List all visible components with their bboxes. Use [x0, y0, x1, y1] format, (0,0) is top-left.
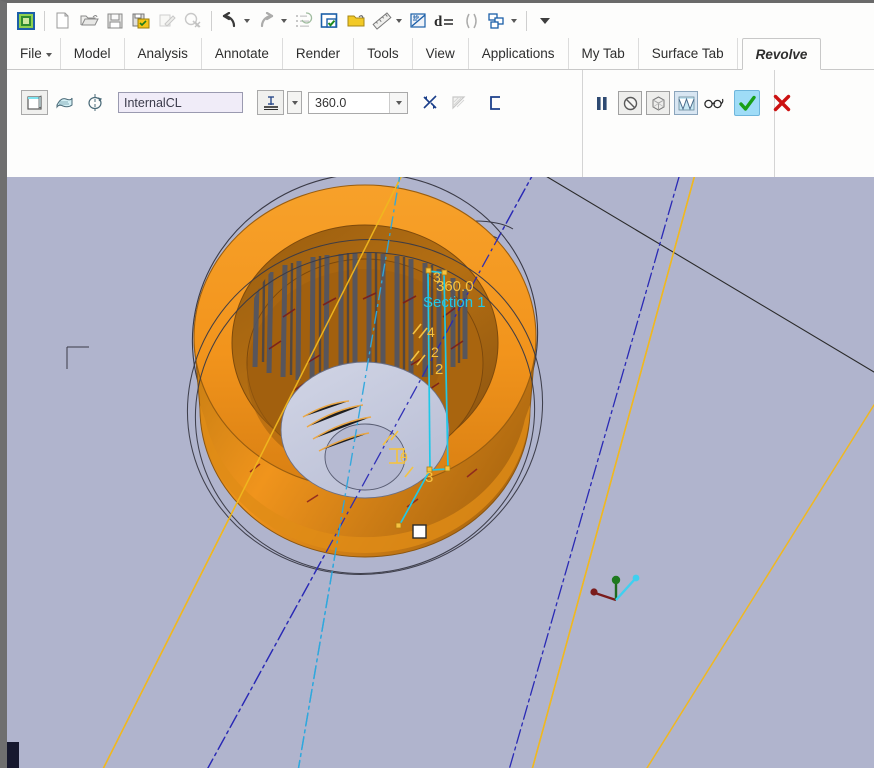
viewport-corner-marker — [7, 742, 19, 768]
edit-icon[interactable] — [154, 8, 179, 33]
revolve-axis-button[interactable] — [81, 90, 108, 115]
tab-revolve[interactable]: Revolve — [741, 38, 822, 70]
measure-dropdown-caret-icon[interactable] — [396, 18, 402, 23]
tab-tools-label: Tools — [367, 46, 399, 61]
tab-applications[interactable]: Applications — [467, 38, 568, 69]
dashboard-action-controls — [590, 90, 798, 116]
tab-my-tab-label: My Tab — [581, 46, 625, 61]
new-icon[interactable] — [50, 8, 75, 33]
angle-value: 360.0 — [315, 95, 347, 110]
angle-drag-handle[interactable] — [412, 524, 427, 539]
angle-dropdown-caret-icon[interactable] — [389, 92, 407, 113]
tab-annotate[interactable]: Annotate — [200, 38, 282, 69]
qat-divider-2 — [211, 10, 212, 31]
graphics-viewport[interactable]: 360.0 Section 1 3 4 2 2 3 0 1 — [7, 177, 874, 768]
annotation-handle-2a: 2 — [431, 344, 439, 360]
depth-type-button[interactable] — [257, 90, 284, 115]
dashboard-left-controls: InternalCL 360.0 — [21, 90, 512, 115]
window-dropdown-caret-icon[interactable] — [511, 18, 517, 23]
tab-model[interactable]: Model — [59, 38, 124, 69]
annotation-handle-1: 1 — [399, 445, 407, 462]
annotation-section-label[interactable]: Section 1 — [423, 294, 486, 311]
tab-model-label: Model — [73, 46, 111, 61]
as-surface-button[interactable] — [51, 90, 78, 115]
tab-applications-label: Applications — [481, 46, 555, 61]
select-items-icon[interactable] — [317, 8, 342, 33]
tab-my-tab[interactable]: My Tab — [567, 38, 638, 69]
internal-centerline-value: InternalCL — [124, 95, 182, 110]
annotation-handle-3b: 3 — [425, 469, 433, 486]
open-folder-icon[interactable] — [343, 8, 368, 33]
tab-surface-tab-label: Surface Tab — [651, 46, 724, 61]
regenerate-icon[interactable] — [291, 8, 316, 33]
tab-analysis[interactable]: Analysis — [123, 38, 201, 69]
pause-button[interactable] — [590, 91, 614, 115]
relations-icon[interactable] — [458, 8, 483, 33]
qat-divider-3 — [526, 10, 527, 31]
thicken-sketch-button[interactable] — [482, 90, 509, 115]
open-icon[interactable] — [76, 8, 101, 33]
app-logo-icon[interactable] — [13, 8, 38, 33]
glasses-icon[interactable] — [702, 91, 726, 115]
accept-feature-button[interactable] — [734, 90, 760, 116]
save-icon[interactable] — [102, 8, 127, 33]
undo-icon[interactable] — [217, 8, 242, 33]
undo-dropdown-caret-icon[interactable] — [244, 18, 250, 23]
tab-tools[interactable]: Tools — [353, 38, 412, 69]
analysis-icon[interactable]: 15 — [406, 8, 431, 33]
window-arrange-icon[interactable] — [484, 8, 509, 33]
annotation-handle-2: 2 — [435, 361, 443, 378]
parameters-icon[interactable]: d — [432, 8, 457, 33]
customize-qat-icon[interactable] — [532, 8, 557, 33]
tab-revolve-label: Revolve — [755, 46, 808, 62]
application-window: 15 d File Model Analysis Annotate Render… — [0, 0, 874, 768]
depth-type-dropdown[interactable] — [287, 91, 302, 114]
tab-render[interactable]: Render — [281, 38, 353, 69]
dashboard-separator-left — [582, 70, 583, 180]
ribbon-tab-bar: File Model Analysis Annotate Render Tool… — [7, 38, 874, 70]
flip-direction-button[interactable] — [416, 90, 443, 115]
dashboard-separator-right — [774, 70, 775, 180]
angle-combo[interactable]: 360.0 — [308, 91, 408, 114]
close-delete-icon[interactable] — [180, 8, 205, 33]
tab-annotate-label: Annotate — [214, 46, 269, 61]
tab-file[interactable]: File — [7, 38, 60, 69]
annotation-dimension-angle[interactable]: 360.0 — [436, 278, 474, 295]
no-preview-button[interactable] — [618, 91, 642, 115]
measure-icon[interactable] — [369, 8, 394, 33]
internal-centerline-input[interactable]: InternalCL — [118, 92, 243, 113]
triad-z-axis — [632, 574, 640, 582]
tab-file-label: File — [20, 46, 42, 61]
redo-dropdown-caret-icon[interactable] — [281, 18, 287, 23]
as-solid-button[interactable] — [21, 90, 48, 115]
remove-material-button[interactable] — [446, 90, 473, 115]
tab-analysis-label: Analysis — [137, 46, 188, 61]
cancel-feature-button[interactable] — [770, 91, 794, 115]
file-caret-icon — [45, 53, 52, 57]
tab-surface-tab[interactable]: Surface Tab — [637, 38, 738, 69]
revolved-solid-part — [193, 184, 537, 558]
revolve-dashboard: InternalCL 360.0 — [7, 70, 874, 244]
triad-y-axis — [611, 575, 621, 585]
redo-icon[interactable] — [254, 8, 279, 33]
section-preview-button[interactable] — [674, 91, 698, 115]
annotation-handle-4: 4 — [427, 324, 435, 340]
svg-text:15: 15 — [413, 15, 419, 21]
triad-x-axis — [590, 588, 598, 596]
wireframe-preview-button[interactable] — [646, 91, 670, 115]
annotation-handle-3: 3 — [433, 269, 441, 285]
svg-text:d: d — [434, 14, 443, 30]
qat-divider-1 — [44, 10, 45, 31]
tab-view-label: View — [425, 46, 455, 61]
quick-access-toolbar: 15 d — [7, 3, 874, 38]
tab-render-label: Render — [295, 46, 341, 61]
save-as-icon[interactable] — [128, 8, 153, 33]
tab-view[interactable]: View — [411, 38, 468, 69]
model-canvas[interactable]: 360.0 Section 1 3 4 2 2 3 0 1 — [7, 177, 874, 768]
